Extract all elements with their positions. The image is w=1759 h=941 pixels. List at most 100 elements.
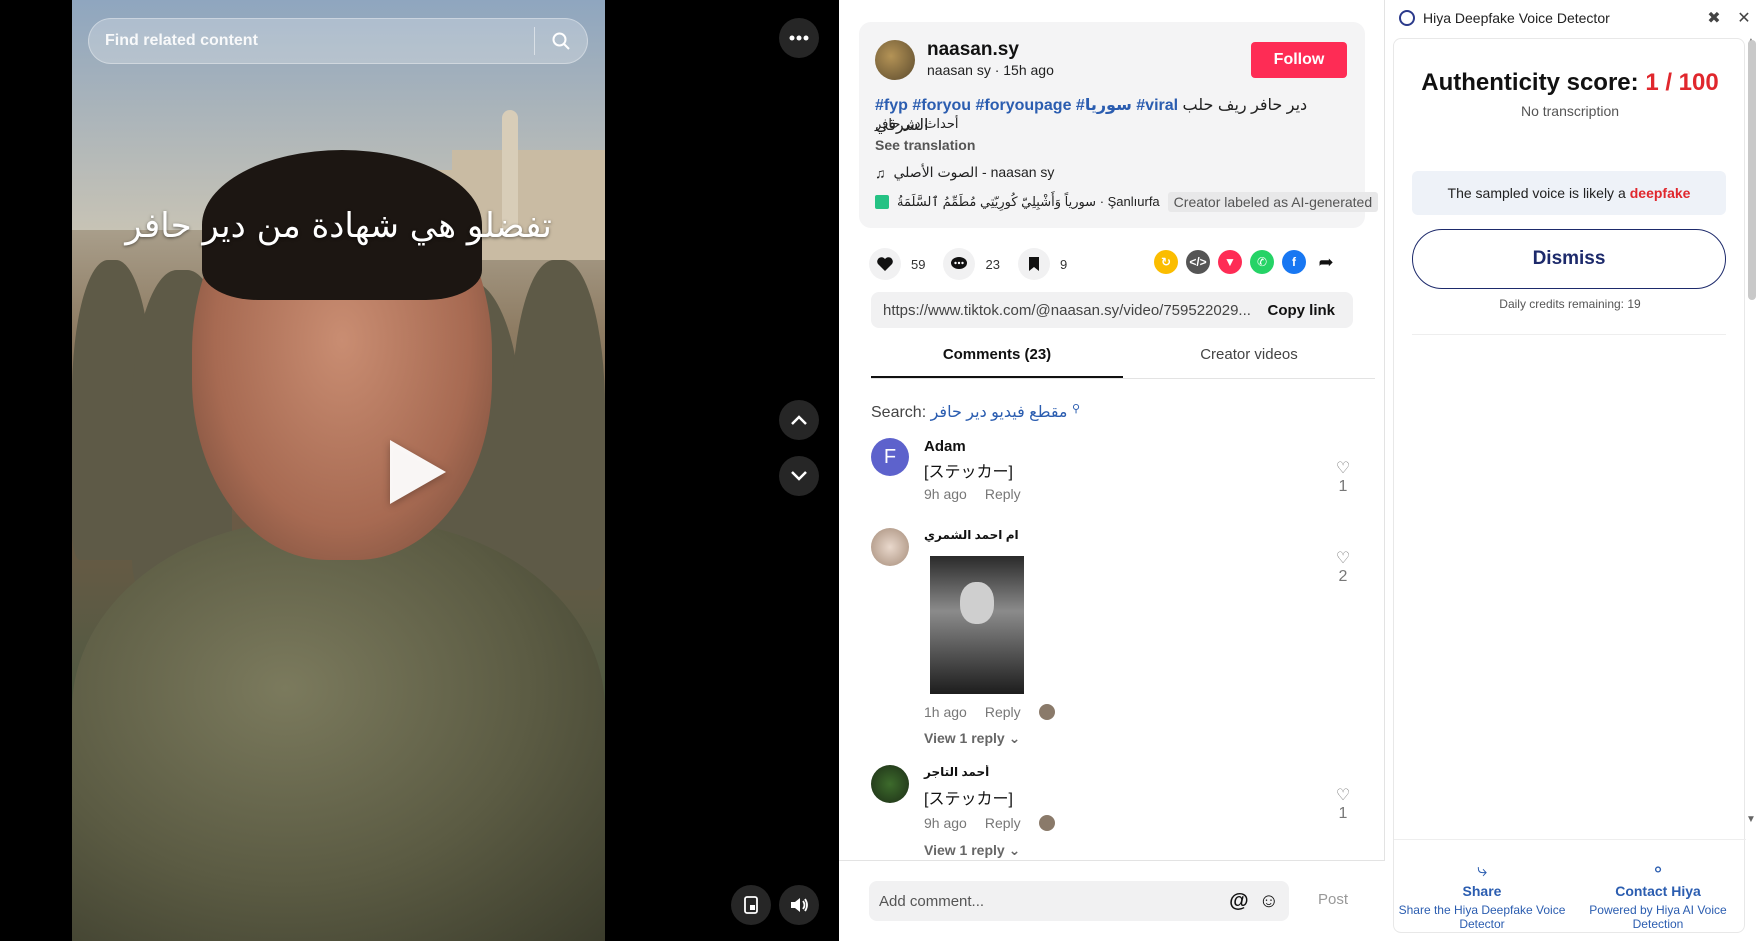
music-title: الصوت الأصلي - naasan sy xyxy=(893,164,1055,180)
comment-tabs: Comments (23) Creator videos xyxy=(871,346,1375,379)
mention-icon[interactable]: @ xyxy=(1229,890,1249,913)
unpin-icon[interactable]: ✖ xyxy=(1699,8,1729,28)
location-text[interactable]: سورياً وَأَشْبِلِيّ كُورِيّتِي مُطَمِّمُ… xyxy=(897,194,1160,210)
comment-item: F Adam [ステッカー] 9h ago Reply ♡ 1 xyxy=(871,438,1351,508)
comment-count: 23 xyxy=(985,256,1000,272)
comment-item: أحمد التاجر [ステッカー] 9h ago Reply View 1 … xyxy=(871,765,1351,860)
credits-remaining: Daily credits remaining: 19 xyxy=(1499,297,1641,311)
volume-button[interactable] xyxy=(779,885,819,925)
location-row: سورياً وَأَشْبِلِيّ كُورِيّتِي مُطَمِّمُ… xyxy=(875,192,1379,212)
contact-label: Contact Hiya xyxy=(1615,883,1701,899)
comment-like-count: 1 xyxy=(1338,805,1348,822)
authenticity-score: Authenticity score: 1 / 100 xyxy=(1394,69,1746,97)
whatsapp-icon[interactable]: ✆ xyxy=(1250,250,1274,274)
extension-title: Hiya Deepfake Voice Detector xyxy=(1423,10,1610,26)
comment-text: [ステッカー] xyxy=(924,464,1013,481)
view-replies-button[interactable]: View 1 reply ⌄ xyxy=(924,842,1020,859)
hiya-logo-icon: ⚬ xyxy=(1650,860,1666,880)
facebook-icon[interactable]: f xyxy=(1282,250,1306,274)
verdict-text: The sampled voice is likely a xyxy=(1447,185,1626,201)
mini-player-button[interactable] xyxy=(731,885,771,925)
repost-icon[interactable]: ↻ xyxy=(1154,250,1178,274)
comment-search-label: Search: xyxy=(871,404,927,421)
comment-meta: 1h ago Reply xyxy=(924,704,1055,720)
comment-like[interactable]: ♡ 2 xyxy=(1331,548,1355,586)
tab-creator-videos[interactable]: Creator videos xyxy=(1123,346,1375,378)
dismiss-button[interactable]: Dismiss xyxy=(1412,229,1726,289)
creator-avatar[interactable] xyxy=(875,40,915,80)
transcription-status: No transcription xyxy=(1520,103,1620,119)
view-replies-label: View 1 reply xyxy=(924,842,1005,858)
chevron-down-icon xyxy=(791,471,807,481)
reply-button[interactable]: Reply xyxy=(985,704,1021,720)
more-dots-icon xyxy=(789,35,809,41)
see-translation-link[interactable]: See translation xyxy=(875,137,975,153)
heart-outline-icon: ♡ xyxy=(1335,550,1351,567)
contact-sub: Powered by Hiya AI Voice Detection xyxy=(1589,903,1727,931)
comment-meta: 9h ago Reply xyxy=(924,815,1055,831)
commenter-name[interactable]: أحمد التاجر xyxy=(924,765,989,779)
video-caption: تفضلو هي شهادة من دير حافر xyxy=(125,206,552,246)
comment-sticker-image[interactable] xyxy=(930,556,1024,694)
post-hashtags[interactable]: #fyp #foryou #foryoupage #سوريا #viral xyxy=(875,97,1178,114)
like-action[interactable]: 59 xyxy=(869,248,925,280)
save-action[interactable]: 9 xyxy=(1017,248,1067,280)
send-to-friends-icon[interactable]: ▼ xyxy=(1218,250,1242,274)
commenter-avatar[interactable]: F xyxy=(871,438,909,476)
commenter-name[interactable]: Adam xyxy=(924,438,966,455)
search-icon[interactable] xyxy=(535,18,587,64)
comment-input[interactable] xyxy=(869,892,1230,910)
comment-time: 9h ago xyxy=(924,815,967,831)
music-row[interactable]: ♫ الصوت الأصلي - naasan sy xyxy=(875,164,1054,181)
follow-button[interactable]: Follow xyxy=(1251,42,1347,78)
comment-like-count: 1 xyxy=(1338,478,1348,495)
score-value: 1 / 100 xyxy=(1645,69,1719,96)
scroll-down-arrow[interactable]: ▼ xyxy=(1746,814,1756,825)
related-search-input[interactable] xyxy=(89,32,534,50)
comment-search-keyword[interactable]: مقطع فيديو دير حافر xyxy=(931,404,1068,421)
more-options-button[interactable] xyxy=(779,18,819,58)
copy-link-button[interactable]: Copy link xyxy=(1255,302,1353,319)
next-video-button[interactable] xyxy=(779,456,819,496)
commenter-avatar[interactable] xyxy=(871,528,909,566)
comment-item: ام احمد الشمري 1h ago Reply View 1 reply… xyxy=(871,528,1351,746)
video-player[interactable]: تفضلو هي شهادة من دير حافر xyxy=(72,0,605,941)
app-root: تفضلو هي شهادة من دير حافر naa xyxy=(0,0,1759,941)
location-pin-icon xyxy=(875,195,889,209)
creator-username[interactable]: naasan.sy xyxy=(927,39,1019,61)
previous-video-button[interactable] xyxy=(779,400,819,440)
video-soldier xyxy=(512,260,605,590)
commenter-name[interactable]: ام احمد الشمري xyxy=(924,528,1019,542)
bookmark-icon xyxy=(1017,248,1050,280)
emoji-icon[interactable]: ☺ xyxy=(1259,890,1279,913)
post-comment-button[interactable]: Post xyxy=(1318,891,1348,908)
heart-outline-icon: ♡ xyxy=(1335,460,1351,477)
embed-icon[interactable]: </> xyxy=(1186,250,1210,274)
scrollbar-thumb[interactable] xyxy=(1748,40,1756,300)
extension-header: Hiya Deepfake Voice Detector ✖ ✕ xyxy=(1385,0,1759,36)
view-replies-button[interactable]: View 1 reply ⌄ xyxy=(924,730,1020,747)
comment-input-box: @ ☺ xyxy=(869,881,1289,921)
tab-comments[interactable]: Comments (23) xyxy=(871,346,1123,378)
play-icon[interactable] xyxy=(390,440,446,504)
close-icon[interactable]: ✕ xyxy=(1729,8,1759,28)
comment-meta: 9h ago Reply xyxy=(924,486,1021,502)
reply-button[interactable]: Reply xyxy=(985,815,1021,831)
heart-outline-icon: ♡ xyxy=(1335,787,1351,804)
chevron-down-icon: ⌄ xyxy=(1008,730,1021,746)
video-area: تفضلو هي شهادة من دير حافر xyxy=(0,0,839,941)
share-arrow-icon[interactable]: ➦ xyxy=(1314,250,1338,274)
comment-like[interactable]: ♡ 1 xyxy=(1331,785,1351,823)
reply-button[interactable]: Reply xyxy=(985,486,1021,502)
creator-subline: naasan sy · 15h ago xyxy=(927,62,1054,78)
heart-icon xyxy=(869,248,901,280)
comment-action[interactable]: 23 xyxy=(943,248,1000,280)
contact-hiya-button[interactable]: ⚬ Contact Hiya Powered by Hiya AI Voice … xyxy=(1570,840,1746,934)
comment-icon xyxy=(943,248,976,280)
copy-link-box: https://www.tiktok.com/@naasan.sy/video/… xyxy=(871,292,1353,328)
comment-like[interactable]: ♡ 1 xyxy=(1331,458,1355,496)
ai-generated-label: Creator labeled as AI-generated xyxy=(1167,192,1379,212)
share-extension-button[interactable]: ⤷ Share Share the Hiya Deepfake Voice De… xyxy=(1394,840,1570,934)
commenter-avatar[interactable] xyxy=(871,765,909,803)
comment-search-suggestion[interactable]: Search: مقطع فيديو دير حافر ⚲ xyxy=(871,402,1080,422)
